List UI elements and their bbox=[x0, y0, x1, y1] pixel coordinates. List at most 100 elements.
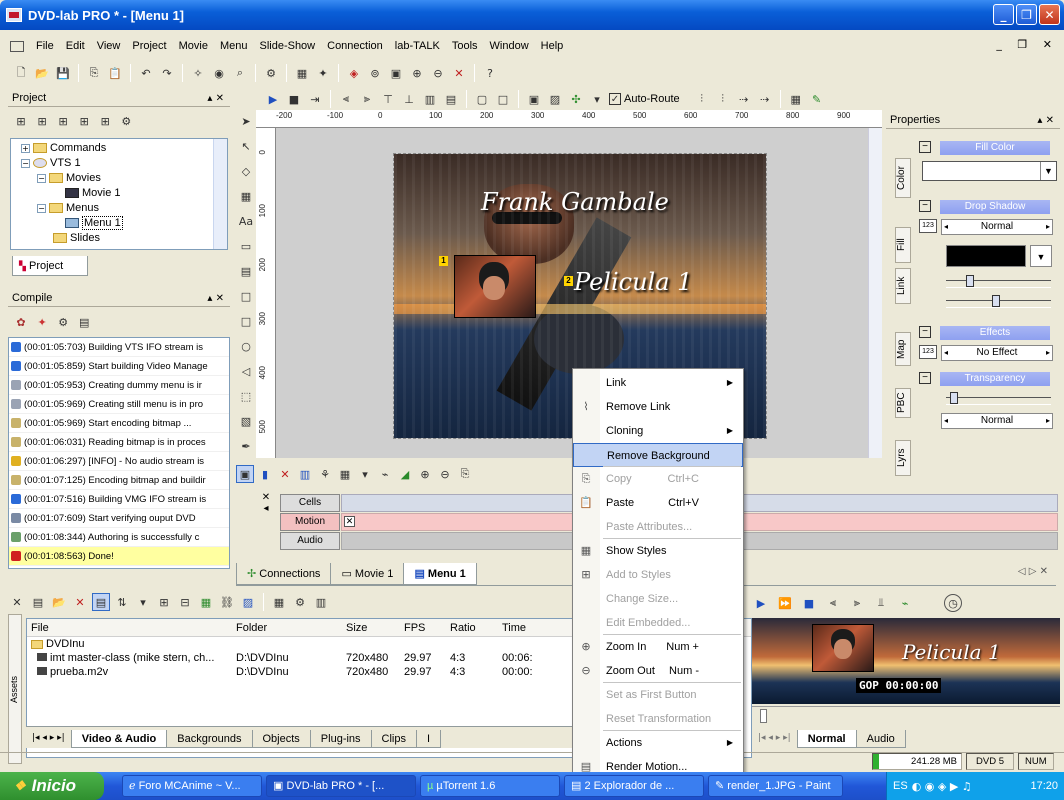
distribute-v-icon[interactable]: ▤ bbox=[442, 90, 460, 108]
context-menu-item[interactable]: Link ▶ bbox=[573, 371, 743, 395]
log-entry[interactable]: (00:01:07:125) Encoding bitmap and build… bbox=[9, 471, 229, 490]
log-entry[interactable]: (00:01:07:609) Start verifying ouput DVD bbox=[9, 509, 229, 528]
zoom-out-tb-icon[interactable]: ⊖ bbox=[429, 64, 447, 82]
effects-select[interactable]: ◂ No Effect ▸ bbox=[941, 345, 1053, 361]
button-tool-icon[interactable]: ▭ bbox=[237, 237, 255, 255]
key-add-icon[interactable]: ◢ bbox=[396, 465, 414, 483]
menu-slideshow[interactable]: Slide-Show bbox=[253, 40, 321, 52]
add-command-icon[interactable]: ⊞ bbox=[96, 112, 114, 130]
context-menu-item[interactable]: 📋 Paste Ctrl+V bbox=[573, 491, 743, 515]
task-utorrent[interactable]: µ µTorrent 1.6 bbox=[420, 775, 560, 797]
log-entry[interactable]: (00:01:08:563) Done! bbox=[9, 547, 229, 566]
tab-backgrounds[interactable]: Backgrounds bbox=[166, 730, 253, 748]
connector-b-icon[interactable]: ⫶ bbox=[714, 90, 732, 108]
shape-tool-icon[interactable]: ◇ bbox=[237, 162, 255, 180]
play-icon[interactable]: ▶ bbox=[264, 90, 282, 108]
dropdown-arrow-icon[interactable]: ▾ bbox=[588, 90, 606, 108]
fill-color-dropdown-icon[interactable]: ▼ bbox=[1040, 162, 1056, 180]
timeline-zoom-in-icon[interactable]: ⊕ bbox=[416, 465, 434, 483]
log-entry[interactable]: (00:01:08:344) Authoring is successfully… bbox=[9, 528, 229, 547]
preview-chapter-icon[interactable]: ⌁ bbox=[896, 594, 914, 612]
burn-icon[interactable]: ◈ bbox=[345, 64, 363, 82]
timeline-icon[interactable]: ▣ bbox=[236, 465, 254, 483]
assets-side-label[interactable]: Assets bbox=[8, 614, 22, 764]
vtab-pbc[interactable]: PBC bbox=[895, 388, 911, 418]
assets-delete-icon[interactable]: ✕ bbox=[71, 593, 89, 611]
log-entry[interactable]: (00:01:05:969) Creating still menu is in… bbox=[9, 395, 229, 414]
collapse-drop-shadow[interactable]: − bbox=[919, 200, 931, 212]
vtab-color[interactable]: Color bbox=[895, 158, 911, 198]
safe-area-icon[interactable]: ▢ bbox=[473, 90, 491, 108]
context-menu-item[interactable]: Cloning ▶ bbox=[573, 419, 743, 443]
preview-seek-slider[interactable] bbox=[752, 706, 1060, 723]
align-top-icon[interactable]: ⊤ bbox=[379, 90, 397, 108]
drop-shadow-prev-icon[interactable]: ◂ bbox=[944, 220, 948, 234]
frame-icon[interactable]: □ bbox=[494, 90, 512, 108]
compile-settings-icon[interactable]: ⚙ bbox=[54, 313, 72, 331]
assets-image-icon[interactable]: ▨ bbox=[239, 593, 257, 611]
drop-shadow-color[interactable] bbox=[946, 245, 1026, 267]
assets-details-icon[interactable]: ▤ bbox=[92, 593, 110, 611]
tab-i[interactable]: I bbox=[416, 730, 442, 748]
menu-button-1-thumbnail[interactable] bbox=[454, 255, 536, 318]
preview-video[interactable]: Pelicula 1 GOP 00:00:00 bbox=[752, 618, 1060, 704]
menu-edit[interactable]: Edit bbox=[60, 40, 91, 52]
collapse-fill-color[interactable]: − bbox=[919, 141, 931, 153]
col-folder[interactable]: Folder bbox=[232, 619, 342, 636]
log-entry[interactable]: (00:01:05:969) Start encoding bitmap ... bbox=[9, 414, 229, 433]
effects-next-icon[interactable]: ▸ bbox=[1046, 346, 1050, 360]
context-menu-item[interactable]: ⊕ Zoom In Num + bbox=[573, 635, 743, 659]
menu-menu[interactable]: Menu bbox=[214, 40, 254, 52]
tree-item-vts[interactable]: − VTS 1 bbox=[15, 156, 227, 171]
tab-video-audio[interactable]: Video & Audio bbox=[70, 730, 168, 748]
effects-num[interactable]: 123 bbox=[919, 345, 937, 359]
split-icon[interactable]: ▥ bbox=[296, 465, 314, 483]
panel-controls[interactable]: ▴ ✕ bbox=[207, 90, 224, 107]
tree-item-movies[interactable]: − Movies bbox=[15, 171, 227, 186]
context-menu-item[interactable]: ⌇ Remove Link bbox=[573, 395, 743, 419]
undo-icon[interactable]: ↶ bbox=[137, 64, 155, 82]
timeline-copy-icon[interactable]: ⎘ bbox=[456, 465, 474, 483]
menu-window[interactable]: Window bbox=[484, 40, 535, 52]
log-entry[interactable]: (00:01:06:031) Reading bitmap is in proc… bbox=[9, 433, 229, 452]
compile-log-icon[interactable]: ▤ bbox=[75, 313, 93, 331]
task-dvdlab[interactable]: ▣ DVD-lab PRO * - [... bbox=[266, 775, 416, 797]
menu-project[interactable]: Project bbox=[126, 40, 172, 52]
fill-color-select[interactable]: ▼ bbox=[922, 161, 1057, 181]
find-icon[interactable]: ⌕ bbox=[231, 64, 249, 82]
menu-movie[interactable]: Movie bbox=[173, 40, 214, 52]
tray-icons[interactable]: ◐ ◉ ◈ ▶ ♫ bbox=[912, 780, 972, 793]
menu-file[interactable]: File bbox=[30, 40, 60, 52]
tab-project[interactable]: ▚ Project bbox=[12, 256, 88, 276]
zoom-in-tb-icon[interactable]: ⊕ bbox=[408, 64, 426, 82]
transparency-thumb[interactable] bbox=[950, 392, 958, 404]
log-entry[interactable]: (00:01:05:703) Building VTS IFO stream i… bbox=[9, 338, 229, 357]
tab-objects[interactable]: Objects bbox=[251, 730, 311, 748]
tab-connections[interactable]: ✢ Connections bbox=[236, 563, 332, 585]
tab-audio[interactable]: Audio bbox=[855, 730, 906, 748]
text-tool-icon[interactable]: Aa bbox=[237, 212, 255, 230]
drop-shadow-color-dropdown[interactable]: ▼ bbox=[1030, 245, 1052, 267]
vts-icon[interactable]: ⚙ bbox=[117, 112, 135, 130]
new-icon[interactable]: 🗋 bbox=[12, 64, 30, 82]
effects-prev-icon[interactable]: ◂ bbox=[944, 346, 948, 360]
preview-stop-icon[interactable]: ■ bbox=[800, 594, 818, 612]
tree-item-menus[interactable]: − Menus bbox=[15, 201, 227, 216]
canvas-vscrollbar[interactable] bbox=[868, 128, 882, 458]
compile-icon[interactable]: ✿ bbox=[12, 313, 30, 331]
timeline-zoom-out-icon[interactable]: ⊖ bbox=[436, 465, 454, 483]
redo-icon[interactable]: ↷ bbox=[158, 64, 176, 82]
context-menu-item[interactable]: Remove Background bbox=[573, 443, 743, 467]
line-tool-icon[interactable]: ⇢ bbox=[735, 90, 753, 108]
shadow-offset-slider[interactable] bbox=[946, 275, 1051, 288]
delete-cell-icon[interactable]: ✕ bbox=[276, 465, 294, 483]
motion-checkbox[interactable]: ✕ bbox=[344, 516, 355, 527]
log-entry[interactable]: (00:01:06:297) [INFO] - No audio stream … bbox=[9, 452, 229, 471]
shadow-blur-thumb[interactable] bbox=[992, 295, 1000, 307]
copy-icon[interactable]: ⎘ bbox=[85, 64, 103, 82]
assets-tabs-nav[interactable]: |◂ ◂ ▸ ▸| bbox=[26, 728, 71, 748]
start-button[interactable]: ❖ Inicio bbox=[0, 772, 104, 800]
assets-link-icon[interactable]: ⛓ bbox=[218, 593, 236, 611]
stop-icon[interactable]: ■ bbox=[285, 90, 303, 108]
tab-movie1[interactable]: ▭ Movie 1 bbox=[330, 563, 405, 585]
